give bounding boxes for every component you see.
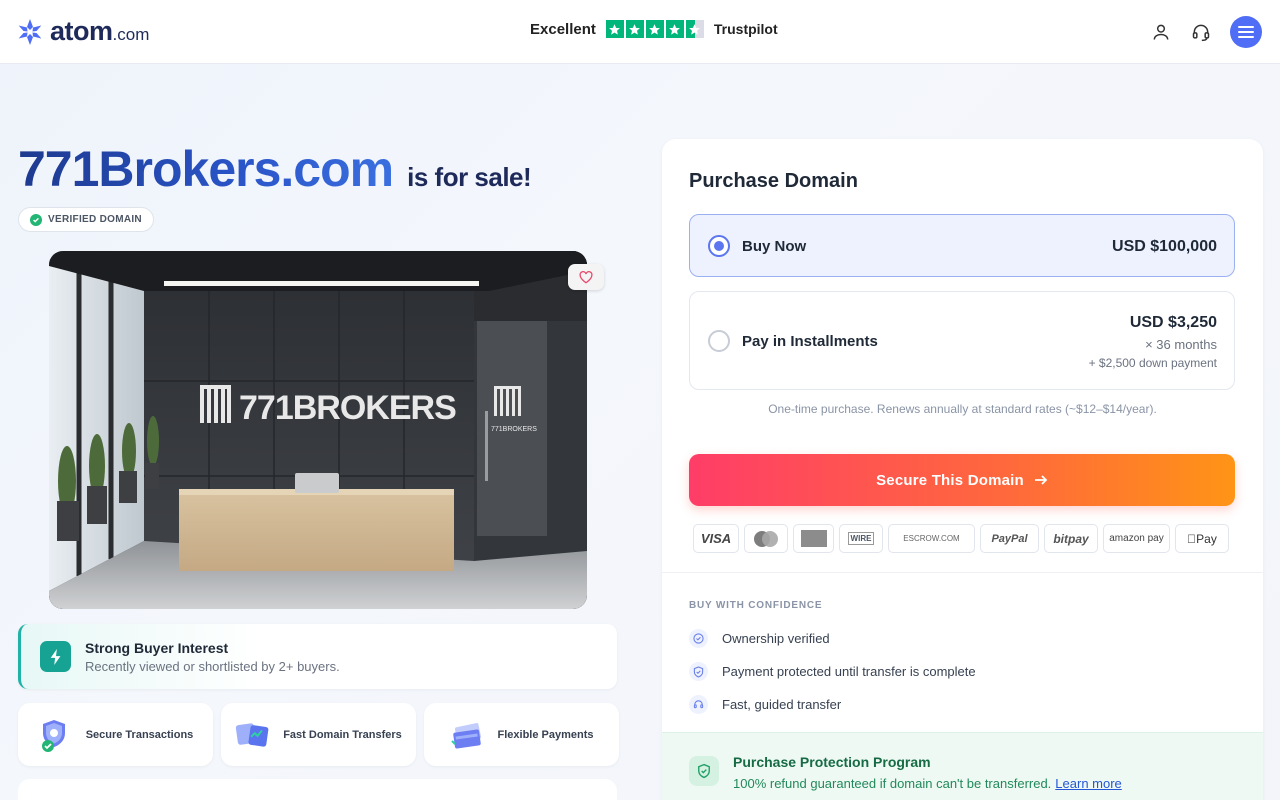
star-icon: [625, 20, 644, 38]
verified-domain-badge: VERIFIED DOMAIN: [18, 207, 154, 232]
shield-check-icon: [689, 756, 719, 786]
feature-label: Secure Transactions: [85, 728, 194, 741]
buyer-interest-alert: Strong Buyer Interest Recently viewed or…: [18, 624, 617, 689]
visa-icon: VISA: [693, 524, 739, 553]
installment-price: USD $3,250: [1129, 314, 1217, 331]
star-icon: [665, 20, 684, 38]
trustpilot-rating[interactable]: Excellent Trustpilot: [530, 20, 778, 38]
divider: [662, 572, 1263, 573]
check-circle-icon: [30, 213, 42, 226]
transfer-icon: [235, 717, 271, 753]
mastercard-icon: [744, 524, 788, 553]
confidence-item: Payment protected until transfer is comp…: [689, 662, 976, 681]
verified-label: VERIFIED DOMAIN: [48, 214, 142, 225]
lightning-icon: [40, 641, 71, 672]
feature-flexible-payments: Flexible Payments: [424, 703, 619, 766]
heart-icon: [579, 270, 593, 284]
arrow-right-icon: [1034, 475, 1048, 485]
wire-transfer-icon: WIRE: [839, 524, 883, 553]
escrow-icon: ESCROW.COM: [888, 524, 975, 553]
feature-label: Fast Domain Transfers: [283, 728, 402, 741]
paypal-icon: PayPal: [980, 524, 1039, 553]
interest-title: Strong Buyer Interest: [85, 639, 229, 656]
header-actions: [1150, 15, 1262, 48]
atom-logo-icon: [18, 18, 42, 45]
confidence-item: Fast, guided transfer: [689, 695, 841, 714]
installment-down-payment: + $2,500 down payment: [1088, 356, 1217, 370]
option-buy-now[interactable]: Buy Now USD $100,000: [689, 214, 1235, 277]
headset-support-icon[interactable]: [1190, 21, 1212, 43]
feature-fast-transfers: Fast Domain Transfers: [221, 703, 416, 766]
shield-check-icon: [689, 662, 708, 681]
option-price: USD $100,000: [1112, 238, 1217, 255]
domain-hero-image: 771BROKERS 771BROKERS: [49, 251, 587, 609]
radio-selected[interactable]: [708, 235, 730, 257]
payment-methods: VISA WIRE ESCROW.COM PayPal bitpay amazo…: [693, 524, 1229, 553]
hero-sign-small-text: 771BROKERS: [491, 426, 537, 433]
purchase-panel: Purchase Domain Buy Now USD $100,000 Pay…: [662, 139, 1263, 800]
renewal-note: One-time purchase. Renews annually at st…: [768, 402, 1157, 416]
confidence-heading: BUY WITH CONFIDENCE: [689, 600, 823, 611]
for-sale-text: is for sale!: [407, 162, 532, 192]
feature-secure-transactions: Secure Transactions: [18, 703, 213, 766]
shield-lock-icon: [38, 717, 74, 753]
option-installments[interactable]: Pay in Installments USD $3,250 × 36 mont…: [689, 291, 1235, 390]
star-rating: [605, 20, 704, 38]
radio-unselected[interactable]: [708, 330, 730, 352]
apple-pay-icon: Pay: [1175, 524, 1229, 553]
learn-more-link[interactable]: Learn more: [1055, 776, 1121, 791]
option-label: Buy Now: [742, 238, 807, 255]
brand-name: atom: [50, 16, 113, 46]
info-card: [18, 779, 617, 800]
hero-sign-text: 771BROKERS: [239, 389, 456, 427]
check-badge-icon: [689, 629, 708, 648]
amazon-pay-icon: amazon pay: [1103, 524, 1170, 553]
trust-label: Excellent: [530, 20, 596, 38]
amex-icon: [793, 524, 834, 553]
domain-name: 771Brokers.com: [18, 141, 394, 197]
menu-button[interactable]: [1230, 15, 1262, 48]
headset-icon: [689, 695, 708, 714]
cards-icon: [450, 717, 486, 753]
interest-subtitle: Recently viewed or shortlisted by 2+ buy…: [85, 658, 340, 674]
purchase-protection-banner: Purchase Protection Program 100% refund …: [662, 732, 1263, 800]
protection-title: Purchase Protection Program: [733, 754, 931, 770]
brand-logo[interactable]: atom.com: [16, 16, 149, 47]
star-half-icon: [685, 20, 704, 38]
cta-label: Secure This Domain: [876, 471, 1024, 489]
bitpay-icon: bitpay: [1044, 524, 1098, 553]
panel-title: Purchase Domain: [689, 170, 858, 192]
star-icon: [605, 20, 624, 38]
user-icon[interactable]: [1150, 21, 1172, 43]
star-icon: [645, 20, 664, 38]
trustpilot-brand: Trustpilot: [713, 21, 778, 37]
secure-domain-button[interactable]: Secure This Domain: [689, 454, 1235, 506]
domain-heading: 771Brokers.com is for sale!: [18, 140, 532, 198]
favorite-button[interactable]: [568, 264, 604, 290]
protection-subtitle: 100% refund guaranteed if domain can't b…: [733, 776, 1122, 791]
brand-tld: .com: [112, 25, 150, 44]
site-header: atom.com Excellent Trustpilot: [0, 0, 1280, 64]
option-label: Pay in Installments: [742, 333, 878, 350]
confidence-item: Ownership verified: [689, 629, 830, 648]
hamburger-icon: [1238, 25, 1254, 38]
installment-months: × 36 months: [1145, 337, 1217, 352]
feature-label: Flexible Payments: [497, 728, 594, 741]
